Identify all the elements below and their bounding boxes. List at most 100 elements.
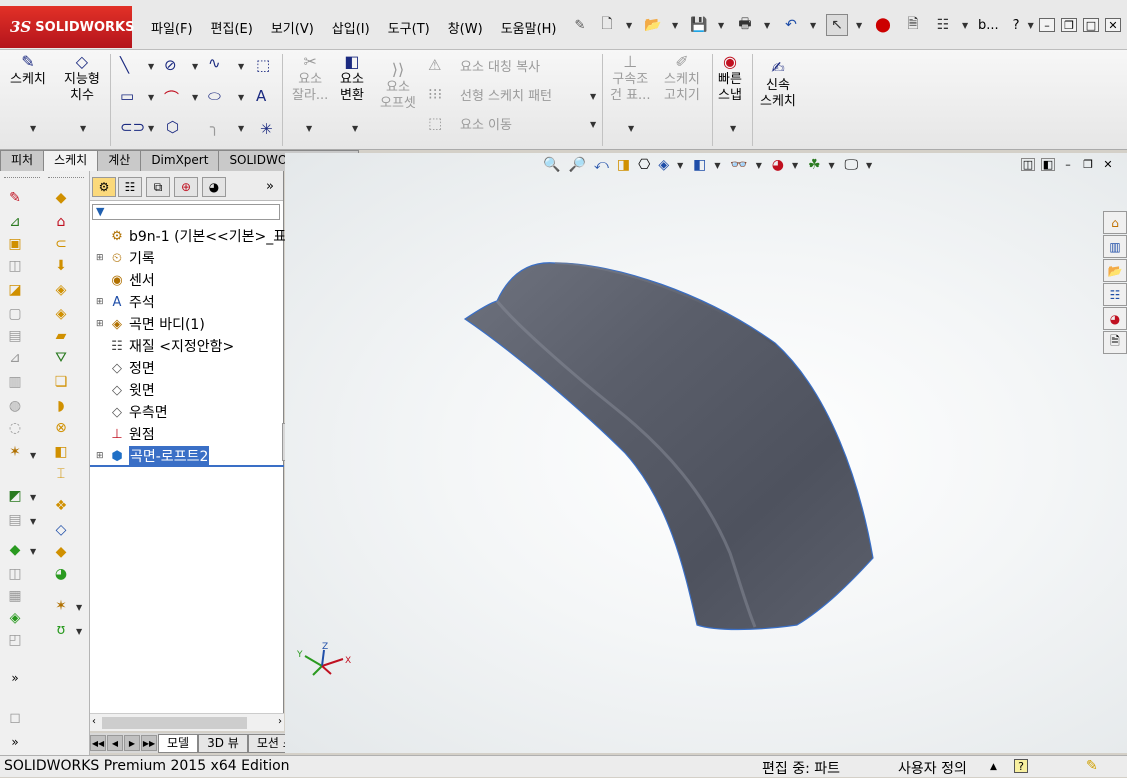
close-icon[interactable]: ✕ [1105,18,1121,32]
line-icon[interactable]: ╲ [120,56,129,74]
display-relations-button[interactable]: ⊥ 구속조 건 표... [610,54,650,104]
select-pointer-icon[interactable]: ↖ [826,14,848,36]
rollback-bar[interactable] [90,465,284,467]
chevron-down-icon[interactable]: ▼ [626,21,634,30]
expand-tabs-icon[interactable]: » [266,179,274,194]
expand-toolbar-icon[interactable]: » [6,733,24,751]
mirror-entities-icon[interactable]: ⚠ [428,56,441,74]
design-library-icon[interactable]: ▥ [1103,235,1127,258]
mirror-entities-label[interactable]: 요소 대칭 복사 [460,56,540,75]
tree-node[interactable]: ◇ 우측면 [90,402,168,422]
chevron-down-icon[interactable]: ▼ [238,62,244,71]
chevron-down-icon[interactable]: ▼ [810,21,818,30]
chevron-down-icon[interactable]: ▼ [148,93,154,102]
fillet-icon[interactable]: ╮ [210,118,219,136]
chevron-down-icon[interactable]: ▼ [80,124,86,133]
maximize-icon[interactable]: □ [1083,18,1099,32]
reference-axis-icon[interactable]: ✶ [52,597,70,615]
appearances-icon[interactable]: ◕ [1103,307,1127,330]
reference-geometry-icon[interactable]: ✶ [6,443,24,461]
chevron-up-icon[interactable]: ▲ [990,762,997,772]
scrollbar-thumb[interactable] [102,717,247,729]
thicken-surface-icon[interactable]: ◕ [52,565,70,583]
open-folder-icon[interactable]: 📂 [642,14,664,36]
surface-body[interactable] [463,262,874,631]
configuration-manager-tab-icon[interactable]: ⧉ [146,177,170,197]
chevron-down-icon[interactable]: ▼ [718,21,726,30]
move-entities-icon[interactable]: ⬚ [428,114,442,132]
tab-features[interactable]: 피처 [0,150,45,171]
plane-icon[interactable]: ✳ [260,120,273,138]
linear-pattern-label[interactable]: 선형 스케치 패턴 [460,85,552,104]
solidworks-logo[interactable]: 3S SOLIDWORKS [0,6,134,48]
expand-plus-icon[interactable]: ⊞ [96,451,106,461]
chevron-down-icon[interactable]: ▼ [148,62,154,71]
circle-icon[interactable]: ⊘ [164,56,177,74]
trim-entities-button[interactable]: ✂ 요소 잘라... [292,54,328,104]
lofted-cut-icon[interactable]: ◍ [6,397,24,415]
tree-node[interactable]: ⊥ 원점 [90,424,154,444]
cut-with-surface-icon[interactable]: ⌶ [52,465,70,483]
chevron-down-icon[interactable]: ▼ [590,92,596,101]
prev-tab-icon[interactable]: ◀ [107,735,123,751]
horizontal-scrollbar[interactable]: ‹ › [90,713,284,731]
dimension-icon[interactable]: ⊿ [6,213,24,231]
chevron-down-icon[interactable]: ▼ [30,493,36,502]
undo-icon[interactable]: ↶ [780,14,802,36]
unit-system-label[interactable]: 사용자 정의 [898,758,967,778]
feature-manager-tab-icon[interactable]: ⚙ [92,177,116,197]
next-tab-icon[interactable]: ▶ [124,735,140,751]
menu-help[interactable]: 도움말(H) [500,18,558,37]
chevron-down-icon[interactable]: ▼ [30,517,36,526]
scroll-right-icon[interactable]: › [278,716,282,727]
move-entities-label[interactable]: 요소 이동 [460,114,512,133]
chevron-down-icon[interactable]: ▼ [192,93,198,102]
first-tab-icon[interactable]: ◀◀ [90,735,106,751]
chevron-down-icon[interactable]: ▼ [238,124,244,133]
smart-dimension-button[interactable]: ◇ 지능형 치수 [64,54,100,104]
fillet-feature-icon[interactable]: ◌ [6,419,24,437]
chevron-down-icon[interactable]: ▼ [856,21,864,30]
tab-sketch[interactable]: 스케치 [43,150,99,172]
point-grid-icon[interactable]: ⬚ [256,56,270,74]
minimize-icon[interactable]: – [1039,18,1055,32]
dimxpert-manager-tab-icon[interactable]: ⊕ [174,177,198,197]
extruded-cut-icon[interactable]: ▤ [6,327,24,345]
chevron-down-icon[interactable]: ▼ [764,21,772,30]
graphics-viewport[interactable]: 🔍 🔎 ⤺ ◨ ⎔ ◈ ▼ ◧ ▼ 👓 ▼ ◕ ▼ ☘ ▼ 🖵 ▼ ◫ ◧ – ❐ ✕ [285,153,1127,753]
tab-3d-views[interactable]: 3D 뷰 [198,733,248,753]
help-question-icon[interactable]: ? [1013,18,1020,33]
lofted-boss-icon[interactable]: ▢ [6,305,24,323]
scroll-left-icon[interactable]: ‹ [92,716,96,727]
tree-node[interactable]: ⊞ ⏲ 기록 [90,248,155,268]
fill-surface-icon[interactable]: ◈ [52,305,70,323]
tree-node[interactable]: ⊞ ◈ 곡면 바디(1) [90,314,205,334]
menu-window[interactable]: 창(W) [447,18,484,37]
pin-icon[interactable]: ✎ [574,18,587,37]
solidworks-resources-icon[interactable]: ⌂ [1103,211,1127,234]
tree-node[interactable]: ◉ 센서 [90,270,154,290]
new-document-icon[interactable]: 🗋 [596,14,618,36]
curves-icon[interactable]: ʊ [52,621,70,639]
planar-face-icon[interactable]: ▰ [52,327,70,345]
spline-icon[interactable]: ∿ [208,54,221,72]
tag-icon[interactable]: ✎ [1086,758,1098,774]
property-manager-tab-icon[interactable]: ☷ [118,177,142,197]
swept-cut-icon[interactable]: ▥ [6,373,24,391]
chevron-down-icon[interactable]: ▼ [76,627,82,636]
tab-evaluate[interactable]: 계산 [97,150,142,171]
linear-pattern-icon[interactable]: ⁝⁝⁝ [428,85,442,103]
rectangle-icon[interactable]: ▭ [120,87,134,105]
extruded-surface-icon[interactable]: ◆ [52,189,70,207]
tree-node[interactable]: ◇ 정면 [90,358,155,378]
ruled-icon[interactable]: ◇ [52,521,70,539]
search-commands-hint[interactable]: b... [978,18,999,33]
arc-icon[interactable]: ⌒ [164,87,179,108]
replace-face-icon[interactable]: ◧ [52,443,70,461]
tab-model[interactable]: 모델 [158,733,199,753]
view-palette-icon[interactable]: ☷ [1103,283,1127,306]
surface-fill-icon[interactable]: ◈ [6,609,24,627]
cube-icon[interactable]: ◻ [6,709,24,727]
revolved-surface-icon[interactable]: ⌂ [52,213,70,231]
revolved-cut-icon[interactable]: ⊿ [6,349,24,367]
